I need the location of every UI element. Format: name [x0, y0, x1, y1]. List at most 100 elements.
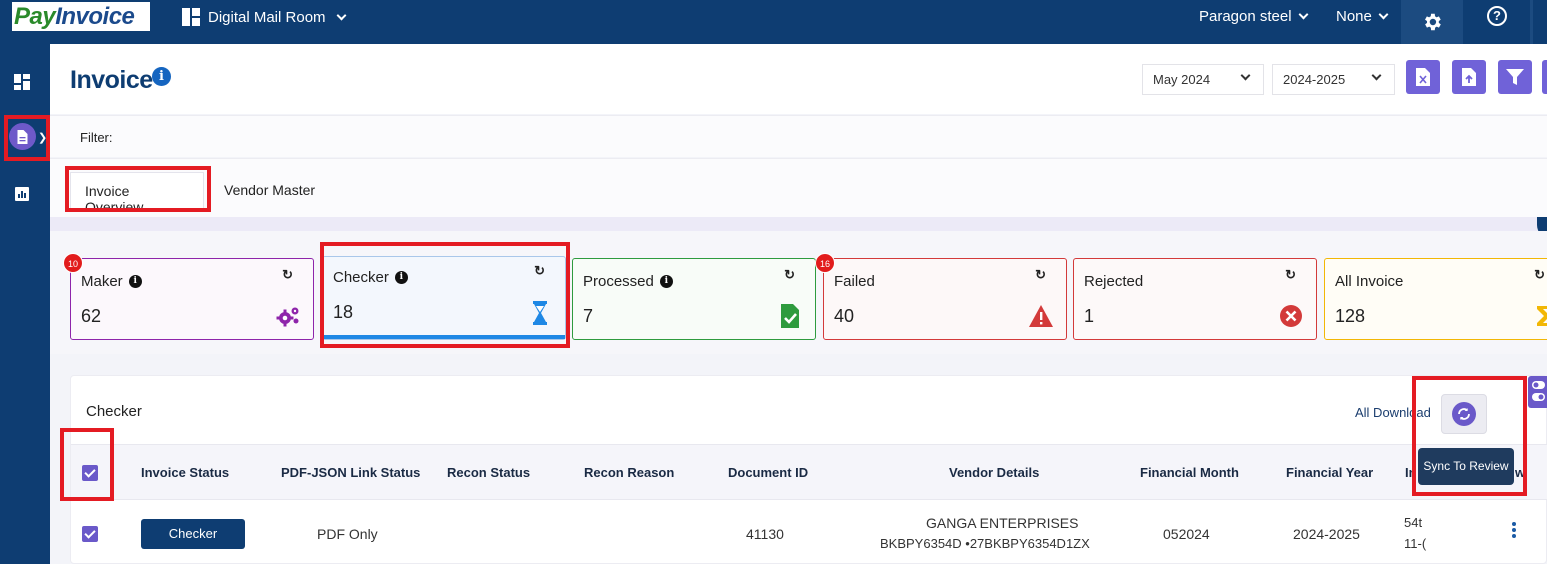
dashboard-icon[interactable]: [14, 74, 30, 90]
invoice-status-button[interactable]: Checker: [141, 519, 245, 549]
invoice-table-card: Checker All Download Invoice Status PDF-…: [70, 375, 1547, 564]
status-card-checker[interactable]: Checker i 18 ↻: [322, 256, 566, 340]
card-count: 62: [81, 306, 102, 326]
chevron-right-icon[interactable]: ❯: [38, 131, 47, 144]
status-card-processed[interactable]: Processed i 7 ↻: [572, 258, 816, 340]
select-all-checkbox[interactable]: [82, 465, 98, 481]
settings-button[interactable]: [1401, 0, 1463, 44]
sync-icon: [1452, 402, 1476, 426]
dashboard-grid-icon: [182, 8, 200, 26]
gear-icon: [1425, 13, 1441, 31]
filter-bar: Filter:: [50, 115, 1547, 157]
sidebar-item-invoice[interactable]: [9, 123, 36, 150]
card-label-text: Maker: [81, 273, 123, 290]
card-count: 40: [834, 306, 855, 326]
info-icon[interactable]: i: [152, 67, 171, 86]
card-label-text: Checker: [333, 269, 389, 286]
status-card-all-invoice[interactable]: All Invoice 128 ↻: [1324, 258, 1547, 340]
invoice-info-line2: 11-(: [1404, 536, 1427, 551]
vendor-ids: BKBPY6354D •27BKBPY6354D1ZX: [880, 536, 1090, 551]
card-label-text: Rejected: [1084, 273, 1144, 290]
more-tools-button[interactable]: [1542, 60, 1547, 94]
app-logo[interactable]: PayInvoice: [12, 2, 150, 31]
cogs-icon: [276, 307, 299, 327]
document-icon: [17, 129, 28, 144]
document-id: 41130: [746, 526, 784, 542]
refresh-icon[interactable]: ↻: [1534, 267, 1545, 283]
help-icon[interactable]: ?: [1487, 6, 1507, 26]
refresh-icon[interactable]: ↻: [1035, 267, 1046, 283]
app-switcher[interactable]: Digital Mail Room: [182, 8, 346, 26]
status-card-maker[interactable]: Maker i 62 ↻: [70, 258, 314, 340]
column-header-truncated[interactable]: w: [1515, 465, 1525, 480]
card-count: 128: [1335, 306, 1366, 326]
card-count: 1: [1084, 306, 1095, 326]
excel-file-icon: [1416, 68, 1430, 86]
card-label: Rejected: [1084, 273, 1143, 290]
row-checkbox[interactable]: [82, 526, 98, 542]
row-actions-menu-icon[interactable]: [1512, 522, 1516, 540]
refresh-icon[interactable]: ↻: [534, 263, 545, 279]
month-select[interactable]: May 2024: [1142, 64, 1264, 95]
card-label: All Invoice: [1335, 273, 1403, 290]
refresh-icon[interactable]: ↻: [1285, 267, 1296, 283]
funnel-icon: [1506, 69, 1524, 85]
card-label-text: Failed: [834, 273, 875, 290]
filter-button[interactable]: [1498, 60, 1532, 94]
logo-text-invoice: Invoice: [55, 3, 135, 30]
column-header-invoice-truncated[interactable]: In: [1405, 465, 1417, 480]
active-card-indicator: [323, 335, 565, 339]
column-header-recon-status[interactable]: Recon Status: [447, 465, 530, 480]
hourglass-icon: [533, 301, 547, 325]
card-label-text: All Invoice: [1335, 273, 1404, 290]
table-title: Checker: [86, 403, 142, 420]
company-dropdown-label: Paragon steel: [1199, 8, 1292, 25]
column-header-financial-month[interactable]: Financial Month: [1140, 465, 1239, 480]
info-icon[interactable]: i: [128, 275, 142, 288]
chevron-down-icon: [1371, 70, 1382, 81]
chevron-down-icon: [1240, 70, 1251, 81]
tab-invoice-overview[interactable]: Invoice Overview: [70, 172, 204, 215]
invoice-info-line1: 54t: [1404, 515, 1423, 530]
financial-month: 052024: [1163, 526, 1210, 542]
column-header-financial-year[interactable]: Financial Year: [1286, 465, 1373, 480]
column-header-pdf-json-link-status[interactable]: PDF-JSON Link Status: [281, 465, 420, 480]
column-header-document-id[interactable]: Document ID: [728, 465, 808, 480]
column-header-invoice-status[interactable]: Invoice Status: [141, 465, 229, 480]
file-check-icon: [781, 304, 799, 328]
failed-count-badge: 16: [815, 253, 835, 273]
year-select-value: 2024-2025: [1283, 72, 1346, 87]
company-dropdown[interactable]: Paragon steel: [1199, 8, 1309, 25]
branch-dropdown[interactable]: None: [1336, 8, 1389, 25]
card-label: Processed i: [583, 273, 673, 290]
card-label: Maker i: [81, 273, 142, 290]
card-label-text: Processed: [583, 273, 654, 290]
sidebar: ❯: [0, 44, 50, 564]
sync-to-review-button[interactable]: [1441, 394, 1487, 434]
info-icon[interactable]: i: [394, 271, 408, 284]
report-chart-icon[interactable]: [15, 187, 29, 201]
info-icon[interactable]: i: [659, 275, 673, 288]
status-card-rejected[interactable]: Rejected 1 ↻: [1073, 258, 1317, 340]
refresh-icon[interactable]: ↻: [784, 267, 795, 283]
logo-text-pay: Pay: [14, 3, 56, 30]
column-header-vendor-details[interactable]: Vendor Details: [949, 465, 1039, 480]
card-label: Failed: [834, 273, 875, 290]
main-content: Invoice i May 2024 2024-2025 Filter: Inv…: [50, 44, 1547, 564]
refresh-icon[interactable]: ↻: [282, 267, 293, 283]
tab-vendor-master[interactable]: Vendor Master: [210, 172, 329, 208]
status-card-failed[interactable]: Failed 40 ↻: [823, 258, 1067, 340]
topbar-divider: [1530, 0, 1533, 44]
column-header-recon-reason[interactable]: Recon Reason: [584, 465, 674, 480]
table-header: Invoice Status PDF-JSON Link Status Reco…: [71, 444, 1547, 500]
pdf-json-link-status: PDF Only: [317, 526, 378, 542]
chevron-down-icon: [336, 10, 346, 20]
column-toggle-icon[interactable]: [1528, 376, 1547, 408]
all-download-link[interactable]: All Download: [1355, 405, 1431, 420]
year-select[interactable]: 2024-2025: [1272, 64, 1395, 95]
upload-file-button[interactable]: [1452, 60, 1486, 94]
section-divider: [50, 217, 1547, 231]
top-bar: PayInvoice Digital Mail Room Paragon ste…: [0, 0, 1547, 44]
app-switcher-label: Digital Mail Room: [208, 8, 326, 26]
excel-export-button[interactable]: [1406, 60, 1440, 94]
